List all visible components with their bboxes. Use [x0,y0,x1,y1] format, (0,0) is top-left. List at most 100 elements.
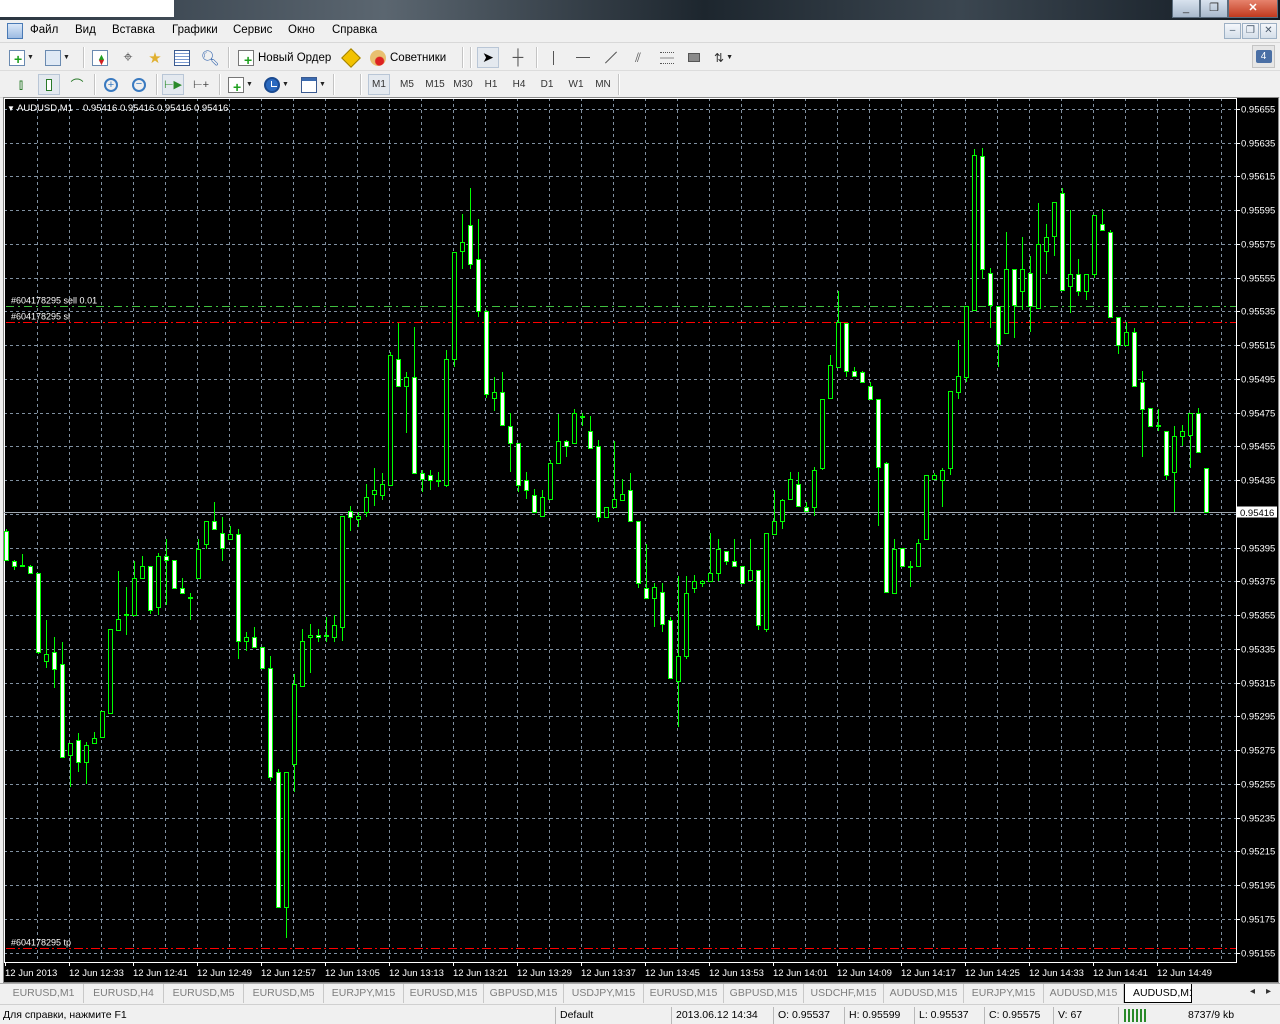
vertical-line-button[interactable] [542,47,564,68]
candle [492,377,497,411]
tabs-scroll-left[interactable]: ◂ [1250,986,1255,997]
experts-button[interactable]: Советники [366,47,450,68]
chart-tab[interactable]: USDJPY,M15 [564,984,644,1003]
period-m5[interactable]: M5 [396,74,418,95]
candle-body-bullish [940,470,945,481]
price-axis-label: 0.95495 [1241,375,1275,386]
horizontal-line-button[interactable] [572,47,594,68]
new-order-button[interactable]: + Новый Ордер [234,47,335,68]
chart-tab-active[interactable]: AUDUSD,M1 [1124,984,1192,1003]
candle [724,551,729,565]
time-axis-label: 12 Jun 13:13 [389,968,444,979]
candle [892,539,897,594]
chart-tab[interactable]: EURUSD,M1 [4,984,84,1003]
chart-restore-button[interactable]: ❐ [1242,23,1259,39]
profiles-icon [45,49,61,66]
chart-tab[interactable]: EURUSD,M5 [164,984,244,1003]
chart-tab[interactable]: EURUSD,M15 [404,984,484,1003]
menu-charts[interactable]: Графики [172,24,218,36]
period-m1[interactable]: M1 [368,74,390,95]
collapse-triangle-icon[interactable]: ▼ [7,104,15,113]
market-watch-button[interactable]: ▲ ▼ [89,47,111,68]
line-chart-button[interactable]: ⌒ [66,74,88,95]
candle [788,472,793,500]
candle-body-bearish [4,531,9,561]
price-axis-label: 0.95235 [1241,814,1275,825]
candle-body-bullish [932,475,937,480]
trendline-button[interactable] [600,47,622,68]
new-chart-button[interactable]: + ▼ [8,47,35,68]
fibonacci-button[interactable] [656,47,678,68]
menu-help[interactable]: Справка [332,24,377,36]
autotrading-button[interactable] [340,47,362,68]
candle [964,306,969,382]
chart-tab[interactable]: EURUSD,H4 [84,984,164,1003]
templates-button[interactable]: ▼ [298,74,329,95]
connection-status-icon[interactable] [1124,1009,1146,1022]
candle-body-bullish [228,534,233,540]
menu-view[interactable]: Вид [75,24,96,36]
candle [980,148,985,279]
autoscroll-button[interactable]: ⊢▶ [162,74,184,95]
arrows-button[interactable]: ⇅ ▼ [711,47,736,68]
chart-tab[interactable]: GBPUSD,M15 [484,984,564,1003]
rectangle-button[interactable] [683,47,705,68]
chart-tab[interactable]: EURJPY,M15 [964,984,1044,1003]
chart-tab[interactable]: AUDUSD,M15 [884,984,964,1003]
window-minimize-button[interactable]: _ [1172,0,1200,18]
candle [300,629,305,687]
equidistant-channel-button[interactable]: ⫽ [627,47,649,68]
chart-close-button[interactable]: ✕ [1260,23,1277,39]
candle-body-bearish [12,561,17,567]
strategy-tester-button[interactable]: 🔍︎ [199,47,221,68]
chart-tab[interactable]: GBPUSD,M15 [724,984,804,1003]
menu-file[interactable]: Файл [30,24,58,36]
candle [124,587,129,635]
tabs-scroll-right[interactable]: ▸ [1266,986,1271,997]
period-h1[interactable]: H1 [480,74,502,95]
period-m15[interactable]: M15 [424,74,446,95]
price-chart[interactable]: #604178295 sell 0.01 #604178295 sl #604178… [0,97,1280,983]
candle-body-bullish [356,516,361,520]
price-axis-label: 0.95475 [1241,409,1275,420]
messages-button[interactable]: 4 [1252,45,1275,68]
toolbar-separator [156,74,158,95]
bar-chart-button[interactable]: ⫾ [10,74,32,95]
crosshair-tool-button[interactable]: ┼ [507,47,529,68]
chart-minimize-button[interactable]: – [1224,23,1241,39]
period-h4[interactable]: H4 [508,74,530,95]
period-m30[interactable]: M30 [452,74,474,95]
navigator-button[interactable]: ★ [144,47,166,68]
chart-tab[interactable]: EURUSD,M15 [644,984,724,1003]
candle [956,340,961,399]
candle-body-bearish [468,225,473,265]
menu-insert[interactable]: Вставка [112,24,155,36]
period-mn[interactable]: MN [592,74,614,95]
periods-button[interactable]: ▼ [261,74,292,95]
chart-tab[interactable]: EURJPY,M15 [324,984,404,1003]
menu-tools[interactable]: Сервис [233,24,272,36]
chart-tab[interactable]: AUDUSD,M15 [1044,984,1124,1003]
profiles-button[interactable]: ▼ [44,47,71,68]
zoom-in-button[interactable]: + [100,74,122,95]
terminal-button[interactable] [171,47,193,68]
menu-window[interactable]: Окно [288,24,315,36]
candle-body-bearish [532,495,537,513]
indicators-button[interactable]: + ▼ [225,74,256,95]
candlestick-chart-button[interactable] [38,74,60,95]
chart-shift-button[interactable]: ⊢+ [190,74,212,95]
zoom-out-button[interactable]: − [128,74,150,95]
data-window-button[interactable]: ⌖ [117,47,139,68]
chart-tab[interactable]: EURUSD,M5 [244,984,324,1003]
period-w1[interactable]: W1 [565,74,587,95]
status-datetime: 2013.06.12 14:34 [676,1009,758,1021]
cursor-tool-button[interactable]: ➤ [477,47,499,68]
window-maximize-button[interactable]: ❐ [1200,0,1228,18]
period-d1[interactable]: D1 [536,74,558,95]
candle [28,565,33,574]
candle [284,772,289,938]
chart-tab[interactable]: USDCHF,M15 [804,984,884,1003]
candle [1092,215,1097,278]
window-close-button[interactable]: ✕ [1228,0,1278,18]
candle [1172,426,1177,512]
